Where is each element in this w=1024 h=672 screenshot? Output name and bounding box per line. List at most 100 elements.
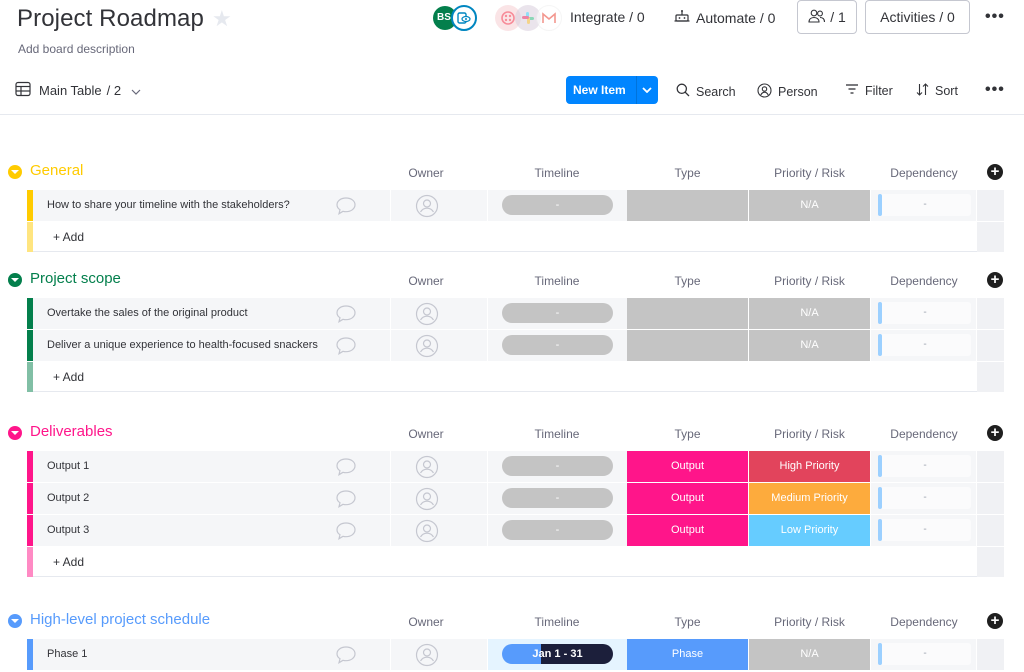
- group-title[interactable]: Deliverables: [30, 423, 113, 440]
- person-placeholder-icon[interactable]: [415, 487, 439, 516]
- add-item-row[interactable]: + Add: [27, 222, 1004, 252]
- person-placeholder-icon[interactable]: [415, 455, 439, 484]
- automate-button[interactable]: Automate / 0: [674, 9, 775, 26]
- dependency-cell[interactable]: -: [871, 330, 976, 361]
- add-column-icon[interactable]: +: [987, 272, 1003, 288]
- owner-cell[interactable]: [391, 190, 487, 221]
- dependency-value[interactable]: -: [878, 455, 971, 477]
- collapse-group-icon[interactable]: [8, 273, 22, 287]
- type-status-label[interactable]: Phase: [627, 639, 748, 670]
- dependency-value[interactable]: -: [878, 334, 971, 356]
- add-item-row[interactable]: + Add: [27, 547, 1004, 577]
- item-name-cell[interactable]: Output 3: [33, 515, 390, 546]
- toolbar-more-menu-icon[interactable]: •••: [985, 81, 1005, 99]
- column-header-type[interactable]: Type: [627, 166, 748, 180]
- dependency-value[interactable]: -: [878, 643, 971, 665]
- column-header-timeline[interactable]: Timeline: [497, 274, 617, 288]
- person-placeholder-icon[interactable]: [415, 519, 439, 548]
- dependency-value[interactable]: -: [878, 487, 971, 509]
- priority-status-label[interactable]: Medium Priority: [749, 483, 870, 514]
- priority-status-label[interactable]: N/A: [749, 190, 870, 221]
- column-header-owner[interactable]: Owner: [386, 274, 466, 288]
- item-name-cell[interactable]: Output 2: [33, 483, 390, 514]
- board-description[interactable]: Add board description: [18, 42, 135, 56]
- column-header-timeline[interactable]: Timeline: [497, 427, 617, 441]
- type-status-label[interactable]: Output: [627, 515, 748, 546]
- type-status-label[interactable]: Output: [627, 483, 748, 514]
- collapse-group-icon[interactable]: [8, 426, 22, 440]
- timeline-pill[interactable]: -: [502, 335, 613, 355]
- board-viewers-icon[interactable]: [451, 5, 477, 31]
- item-name[interactable]: Deliver a unique experience to health-fo…: [47, 339, 318, 351]
- owner-cell[interactable]: [391, 515, 487, 546]
- column-header-dependency[interactable]: Dependency: [870, 166, 978, 180]
- item-name-cell[interactable]: Output 1: [33, 451, 390, 482]
- priority-status-label[interactable]: Low Priority: [749, 515, 870, 546]
- add-column-icon[interactable]: +: [987, 164, 1003, 180]
- add-item-button[interactable]: + Add: [53, 230, 84, 244]
- dependency-value[interactable]: -: [878, 302, 971, 324]
- add-item-button[interactable]: + Add: [53, 555, 84, 569]
- timeline-pill[interactable]: -: [502, 520, 613, 540]
- timeline-cell[interactable]: -: [488, 515, 627, 546]
- item-name[interactable]: Output 2: [47, 492, 89, 504]
- integrate-button[interactable]: Integrate / 0: [570, 9, 645, 25]
- timeline-pill[interactable]: Jan 1 - 31: [502, 644, 613, 664]
- item-name[interactable]: Phase 1: [47, 648, 87, 660]
- type-status-label[interactable]: [627, 298, 748, 329]
- search-button[interactable]: Search: [676, 83, 736, 100]
- person-placeholder-icon[interactable]: [415, 194, 439, 223]
- owner-cell[interactable]: [391, 451, 487, 482]
- column-header-priority[interactable]: Priority / Risk: [749, 274, 870, 288]
- dependency-cell[interactable]: -: [871, 190, 976, 221]
- favorite-star-icon[interactable]: ★: [212, 8, 234, 30]
- priority-status-label[interactable]: N/A: [749, 330, 870, 361]
- new-item-button[interactable]: New Item: [566, 76, 636, 104]
- column-header-owner[interactable]: Owner: [386, 166, 466, 180]
- dependency-cell[interactable]: -: [871, 483, 976, 514]
- column-header-owner[interactable]: Owner: [386, 615, 466, 629]
- priority-status-label[interactable]: N/A: [749, 298, 870, 329]
- activities-button[interactable]: Activities / 0: [865, 0, 970, 34]
- group-title[interactable]: High-level project schedule: [30, 611, 210, 628]
- updates-chat-icon[interactable]: [335, 457, 357, 482]
- add-column-icon[interactable]: +: [987, 613, 1003, 629]
- person-placeholder-icon[interactable]: [415, 643, 439, 672]
- dependency-value[interactable]: -: [878, 519, 971, 541]
- column-header-dependency[interactable]: Dependency: [870, 427, 978, 441]
- type-status-label[interactable]: Output: [627, 451, 748, 482]
- timeline-pill[interactable]: -: [502, 303, 613, 323]
- chevron-down-icon[interactable]: [131, 83, 141, 98]
- person-placeholder-icon[interactable]: [415, 302, 439, 331]
- collapse-group-icon[interactable]: [8, 165, 22, 179]
- column-header-priority[interactable]: Priority / Risk: [749, 427, 870, 441]
- updates-chat-icon[interactable]: [335, 521, 357, 546]
- add-item-row[interactable]: + Add: [27, 362, 1004, 392]
- priority-status-label[interactable]: High Priority: [749, 451, 870, 482]
- column-header-dependency[interactable]: Dependency: [870, 615, 978, 629]
- item-name-cell[interactable]: How to share your timeline with the stak…: [33, 190, 390, 221]
- collapse-group-icon[interactable]: [8, 614, 22, 628]
- column-header-timeline[interactable]: Timeline: [497, 166, 617, 180]
- type-status-label[interactable]: [627, 330, 748, 361]
- timeline-pill[interactable]: -: [502, 195, 613, 215]
- column-header-priority[interactable]: Priority / Risk: [749, 615, 870, 629]
- group-title[interactable]: General: [30, 162, 83, 179]
- updates-chat-icon[interactable]: [335, 645, 357, 670]
- timeline-cell[interactable]: -: [488, 483, 627, 514]
- new-item-dropdown-chevron-icon[interactable]: [635, 76, 658, 104]
- owner-cell[interactable]: [391, 639, 487, 670]
- invite-members-button[interactable]: / 1: [797, 0, 857, 34]
- column-header-priority[interactable]: Priority / Risk: [749, 166, 870, 180]
- timeline-pill[interactable]: -: [502, 456, 613, 476]
- group-title[interactable]: Project scope: [30, 270, 121, 287]
- owner-cell[interactable]: [391, 330, 487, 361]
- dependency-cell[interactable]: -: [871, 639, 976, 670]
- item-name-cell[interactable]: Phase 1: [33, 639, 390, 670]
- owner-cell[interactable]: [391, 483, 487, 514]
- column-header-owner[interactable]: Owner: [386, 427, 466, 441]
- timeline-cell[interactable]: -: [488, 330, 627, 361]
- item-name[interactable]: Output 1: [47, 460, 89, 472]
- column-header-type[interactable]: Type: [627, 427, 748, 441]
- updates-chat-icon[interactable]: [335, 304, 357, 329]
